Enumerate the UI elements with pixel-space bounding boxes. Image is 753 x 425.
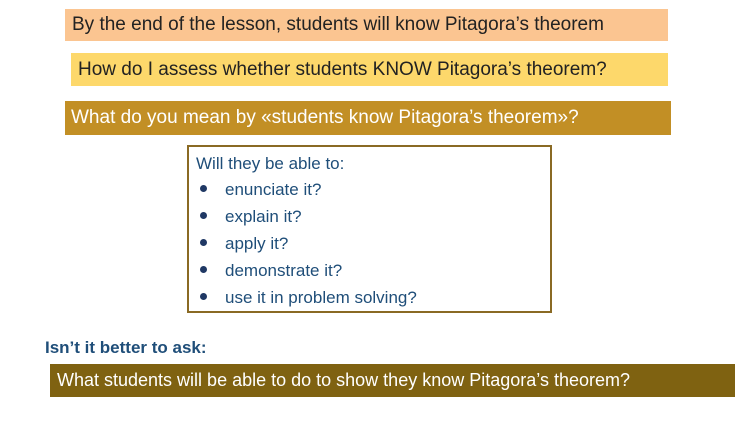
bullet-icon xyxy=(200,266,207,273)
list-item: demonstrate it? xyxy=(196,257,550,284)
bullet-icon xyxy=(200,212,207,219)
bullet-icon xyxy=(200,293,207,300)
list-item-text: use it in problem solving? xyxy=(225,288,417,307)
bullet-icon xyxy=(200,239,207,246)
list-item-text: apply it? xyxy=(225,234,289,253)
list-item-text: demonstrate it? xyxy=(225,261,343,280)
assessment-question-banner: How do I assess whether students KNOW Pi… xyxy=(71,53,668,86)
list-item: enunciate it? xyxy=(196,176,550,203)
list-item-text: explain it? xyxy=(225,207,302,226)
bullet-icon xyxy=(200,185,207,192)
checklist-intro: Will they be able to: xyxy=(196,154,345,173)
reframed-question-banner: What students will be able to do to show… xyxy=(50,364,735,397)
reframed-question-text: What students will be able to do to show… xyxy=(57,370,630,390)
assessment-question-text: How do I assess whether students KNOW Pi… xyxy=(78,59,607,80)
abilities-list: enunciate it? explain it? apply it? demo… xyxy=(196,176,550,311)
list-item: explain it? xyxy=(196,203,550,230)
list-item: use it in problem solving? xyxy=(196,284,550,311)
lesson-objective-banner: By the end of the lesson, students will … xyxy=(65,9,668,41)
list-item-text: enunciate it? xyxy=(225,180,322,199)
meaning-question-banner: What do you mean by «students know Pitag… xyxy=(65,101,671,135)
list-item: apply it? xyxy=(196,230,550,257)
lesson-objective-text: By the end of the lesson, students will … xyxy=(72,14,604,35)
abilities-checklist-box: Will they be able to: enunciate it? expl… xyxy=(187,145,552,313)
meaning-question-text: What do you mean by «students know Pitag… xyxy=(71,107,579,128)
better-question-heading: Isn’t it better to ask: xyxy=(45,338,207,357)
